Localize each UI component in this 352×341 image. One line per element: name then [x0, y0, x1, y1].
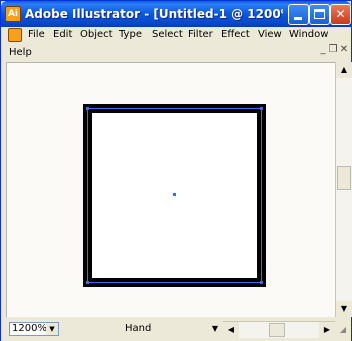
scroll-left-icon[interactable]: ◀ [223, 322, 239, 338]
document-icon[interactable] [8, 28, 22, 42]
scroll-up-icon[interactable]: ▲ [336, 62, 352, 78]
minimize-button[interactable] [288, 4, 309, 25]
horizontal-scrollbar[interactable]: ◀ ▶ [223, 321, 335, 338]
maximize-icon [314, 9, 325, 19]
anchor-point-bottom-right[interactable] [260, 281, 263, 284]
close-button[interactable]: ✕ [330, 4, 351, 25]
zoom-dropdown[interactable]: 1200% ▼ [9, 322, 59, 336]
vertical-scroll-thumb[interactable] [337, 166, 351, 190]
menu-type[interactable]: Type [119, 28, 142, 42]
maximize-button[interactable] [309, 4, 330, 25]
zoom-value: 1200% [12, 323, 47, 334]
status-bar: 1200% ▼ Hand ▼ ◀ ▶ ◢ [1, 317, 351, 341]
vertical-scrollbar[interactable]: ▲ ▼ [335, 62, 352, 317]
anchor-point-top-left[interactable] [86, 107, 89, 110]
zoom-dropdown-arrow-icon[interactable]: ▼ [46, 323, 58, 335]
app-window: Ai Adobe Illustrator - [Untitled-1 @ 120… [0, 0, 352, 341]
menu-object[interactable]: Object [80, 28, 113, 42]
app-icon[interactable]: Ai [5, 6, 21, 22]
close-icon: ✕ [335, 7, 346, 21]
window-title: Adobe Illustrator - [Untitled-1 @ 1200% … [25, 7, 283, 21]
resize-grip-icon[interactable]: ◢ [337, 324, 349, 336]
anchor-point-bottom-left[interactable] [86, 281, 89, 284]
document-canvas[interactable] [6, 62, 336, 318]
menu-select[interactable]: Select [152, 28, 183, 42]
menu-bar: File Edit Object Type Select Filter Effe… [1, 27, 351, 61]
minimize-icon [294, 17, 302, 20]
center-point-icon[interactable] [173, 193, 176, 196]
horizontal-scroll-thumb[interactable] [269, 323, 285, 337]
status-menu-arrow-icon[interactable]: ▼ [209, 322, 221, 336]
menu-view[interactable]: View [258, 28, 282, 42]
menu-help[interactable]: Help [9, 46, 32, 60]
menu-effect[interactable]: Effect [221, 28, 250, 42]
scroll-down-icon[interactable]: ▼ [336, 301, 352, 317]
doc-close-icon[interactable]: ✕ [338, 44, 350, 56]
title-bar[interactable]: Ai Adobe Illustrator - [Untitled-1 @ 120… [1, 1, 351, 27]
menu-edit[interactable]: Edit [53, 28, 72, 42]
menu-filter[interactable]: Filter [188, 28, 213, 42]
scroll-right-icon[interactable]: ▶ [319, 322, 335, 338]
menu-window[interactable]: Window [289, 28, 328, 42]
status-tool-label: Hand [125, 323, 152, 334]
anchor-point-top-right[interactable] [260, 107, 263, 110]
menu-file[interactable]: File [28, 28, 45, 42]
